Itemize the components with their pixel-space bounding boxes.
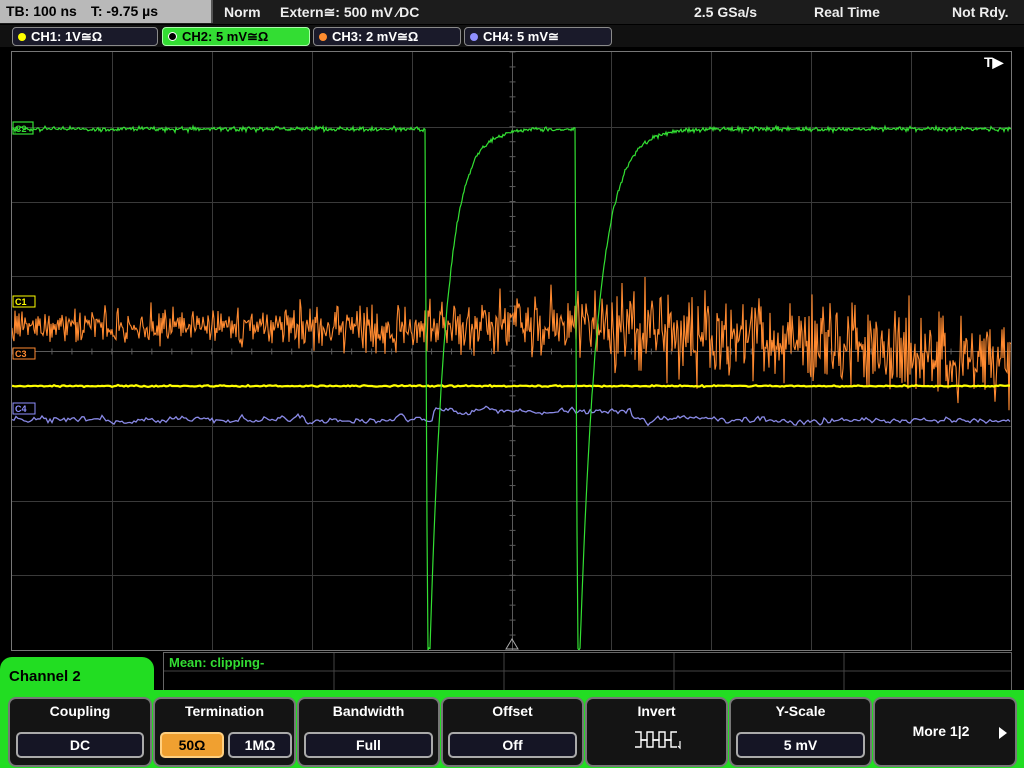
ch3-color-icon (319, 32, 327, 41)
yscale-value[interactable]: 5 mV (736, 732, 865, 758)
ch3-waveform (11, 276, 1012, 411)
channel-tab-ch1[interactable]: CH1: 1V≅Ω (12, 27, 158, 46)
channel-tab-ch3[interactable]: CH3: 2 mV≅Ω (313, 27, 461, 46)
yscale-label: Y-Scale (775, 703, 826, 719)
ch4-label: CH4: 5 mV≅ (483, 29, 559, 44)
ch1-marker-label: C1 (15, 297, 27, 307)
ch3-label: CH3: 2 mV≅Ω (332, 29, 419, 44)
ch4-marker-label: C4 (15, 404, 27, 414)
measurement-strip: Mean: clipping- (163, 652, 1012, 691)
ch1-color-icon (18, 32, 26, 41)
coupling-softkey[interactable]: Coupling DC (8, 697, 152, 767)
graticule-center-axes (11, 51, 1011, 650)
ch2-color-icon (168, 32, 177, 42)
invert-softkey[interactable]: Invert (585, 697, 728, 767)
coupling-label: Coupling (49, 703, 111, 719)
trigger-source[interactable]: Extern≅: 500 mV ⁄DC (280, 0, 419, 24)
ch4-waveform (11, 405, 1011, 427)
ch3-marker-label: C3 (15, 349, 27, 359)
trigger-mode[interactable]: Norm (224, 0, 261, 24)
trigger-time-label: T: -9.75 µs (90, 3, 159, 19)
yscale-softkey[interactable]: Y-Scale 5 mV (729, 697, 872, 767)
termination-1mohm-option[interactable]: 1MΩ (228, 732, 292, 758)
more-softkey[interactable]: More 1|2 (873, 697, 1017, 767)
sample-rate: 2.5 GSa/s (694, 4, 758, 20)
bandwidth-softkey[interactable]: Bandwidth Full (297, 697, 440, 767)
ch3-marker[interactable]: C3 (12, 347, 36, 360)
arrow-right-icon (999, 727, 1007, 739)
measurement-text: Mean: clipping- (169, 655, 265, 670)
offset-label: Offset (492, 703, 533, 719)
ch2-label: CH2: 5 mV≅Ω (182, 29, 269, 44)
ch1-marker[interactable]: C1 (12, 295, 36, 308)
waveform-canvas: C2 C1 C3 C4 T▶ (11, 51, 1012, 651)
termination-50ohm-option[interactable]: 50Ω (160, 732, 224, 758)
waveform-display[interactable]: C2 C1 C3 C4 T▶ (11, 51, 1012, 651)
timebase-label: TB: 100 ns (6, 3, 77, 19)
channel-tab-ch2[interactable]: CH2: 5 mV≅Ω (162, 27, 310, 46)
offset-softkey[interactable]: Offset Off (441, 697, 584, 767)
acquisition-state: Not Rdy. (952, 4, 1009, 20)
ch1-waveform (11, 383, 1011, 389)
channel-tab-ch4[interactable]: CH4: 5 mV≅ (464, 27, 612, 46)
invert-waveform-icon (635, 731, 681, 750)
invert-label: Invert (637, 703, 676, 719)
termination-softkey[interactable]: Termination 50Ω 1MΩ (153, 697, 296, 767)
offset-value[interactable]: Off (448, 732, 577, 758)
acquisition-mode: Real Time (814, 4, 880, 20)
ch2-waveform (11, 124, 1012, 651)
termination-label: Termination (184, 703, 265, 719)
coupling-value[interactable]: DC (16, 732, 144, 758)
ch4-color-icon (470, 32, 478, 41)
ch2-marker-label: C2 (15, 124, 27, 134)
ch1-label: CH1: 1V≅Ω (31, 29, 103, 44)
more-label: More 1|2 (912, 723, 970, 739)
timebase-box[interactable]: TB: 100 ns T: -9.75 µs (0, 0, 213, 23)
bandwidth-label: Bandwidth (332, 703, 405, 719)
ch4-marker[interactable]: C4 (12, 402, 36, 415)
measurement-grid-lines (164, 653, 1011, 690)
trigger-position-marker[interactable]: T▶ (984, 54, 1005, 70)
bandwidth-value[interactable]: Full (304, 732, 433, 758)
